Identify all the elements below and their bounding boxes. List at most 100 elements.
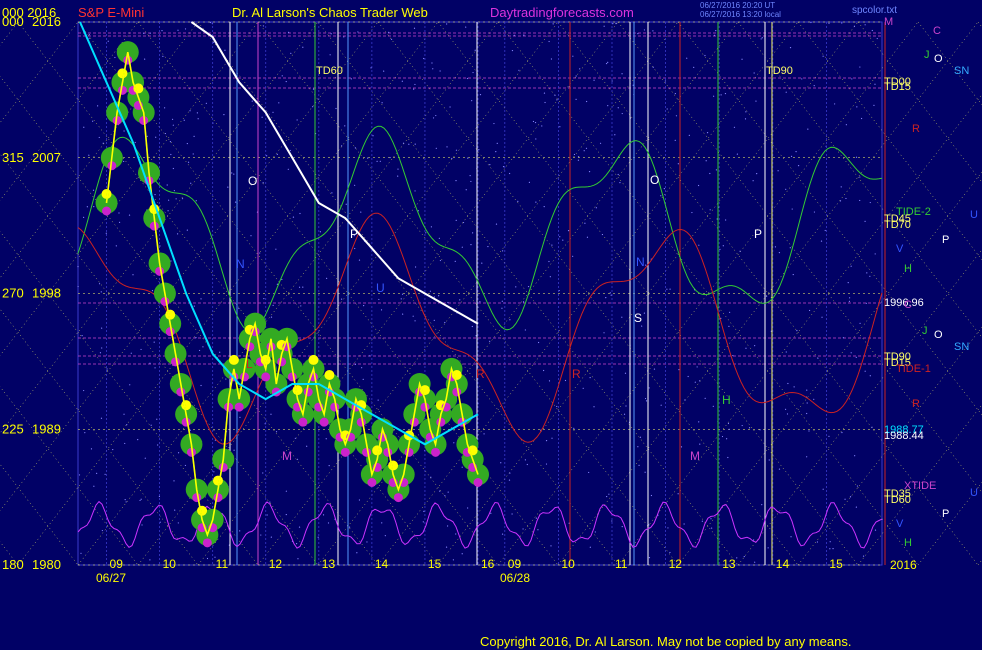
dot [736,153,738,155]
dot [724,92,727,95]
dot [296,458,299,460]
day2-hour-tick-label: 10 [561,557,575,571]
dot [438,237,440,239]
dot [164,107,166,109]
dot [470,244,472,246]
dot [789,247,791,249]
dot [455,180,457,182]
dot [413,27,416,29]
dot [575,75,577,77]
dot [871,29,873,32]
chart-marker-label: O [650,173,659,187]
dot [680,446,683,448]
low-dot [436,417,446,427]
dot [754,345,756,347]
dot [524,459,526,461]
chart-marker-label: N [636,255,645,269]
instrument-title: S&P E-Mini [78,5,145,20]
dot [192,153,194,155]
dot [754,561,756,563]
dot [599,142,602,144]
y-angle-label: 180 [2,557,24,572]
high-dot [165,309,176,320]
dot [77,266,79,268]
dot [266,155,268,157]
dot [276,153,278,155]
dot [876,37,878,40]
dot [743,555,745,558]
dot [855,356,857,358]
dot [141,524,143,526]
dot [380,309,383,311]
dot [401,80,403,82]
dot [184,464,187,467]
dot [698,421,700,423]
dot [678,369,680,371]
dot [841,22,843,24]
dot [554,94,556,96]
low-dot [473,478,483,487]
dot [278,102,280,104]
dot [526,463,528,466]
dot [584,222,586,224]
dot [465,26,467,28]
dot [272,111,274,113]
chart-marker-label: H [722,393,731,407]
dot [462,221,465,224]
right-marker-label: U [970,209,978,221]
dot [593,406,595,408]
dot [189,429,191,431]
dot [186,229,188,231]
dot [859,199,861,202]
dot [389,156,391,159]
dot [644,471,646,473]
dot [299,212,301,215]
dot [156,418,158,420]
dot [102,142,104,144]
site-link[interactable]: Daytradingforecasts.com [490,5,634,20]
dot [414,83,416,86]
dot [847,282,849,284]
dot [767,547,769,549]
dot [172,167,174,170]
right-marker-label: TIDE-1 [896,363,931,375]
dot [101,529,103,532]
dot [543,369,545,372]
dot [343,36,345,38]
dot [786,413,789,415]
dot [453,442,455,444]
dot [181,198,184,200]
dot [444,321,446,324]
dot [93,205,95,208]
dot [260,534,262,536]
dot [335,107,337,110]
right-marker-label: J [922,325,928,337]
dot [605,62,608,65]
dot [471,325,473,328]
dot [564,379,567,382]
dot [615,22,617,25]
dot [741,58,743,60]
dot [797,165,800,167]
dot [155,136,157,138]
dot [848,300,851,302]
dot [354,184,356,186]
dot [549,276,551,278]
dot [543,206,545,208]
dot [489,164,491,166]
dot [397,168,399,170]
dot [686,57,688,59]
dot [139,499,141,502]
dot [617,173,619,176]
dot [383,70,385,72]
dot [515,286,517,288]
dot [402,313,404,315]
dot [785,188,787,190]
right-marker-label: TD60 [884,494,911,506]
dot [414,320,416,322]
dot [433,296,435,298]
dot [850,265,852,267]
dot [607,105,609,107]
dot [728,325,730,327]
dot [213,471,215,473]
